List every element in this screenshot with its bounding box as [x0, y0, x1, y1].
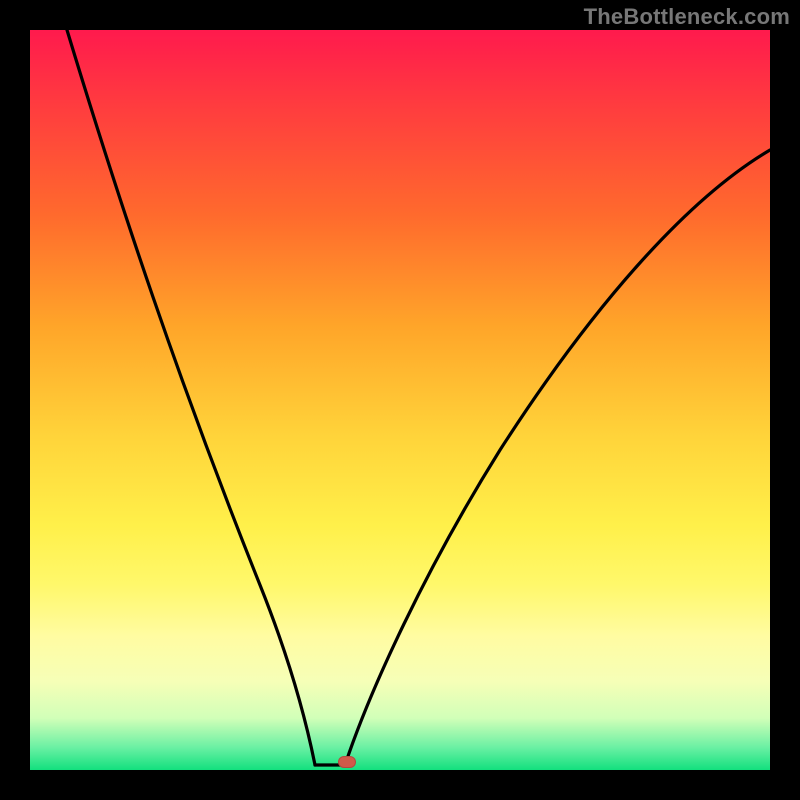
curve-right-branch [345, 150, 770, 765]
outer-frame: TheBottleneck.com [0, 0, 800, 800]
curve-left-branch [67, 30, 315, 765]
watermark-text: TheBottleneck.com [584, 4, 790, 30]
plot-area [30, 30, 770, 770]
bottleneck-curve [30, 30, 770, 770]
minimum-marker-dot [338, 756, 356, 768]
